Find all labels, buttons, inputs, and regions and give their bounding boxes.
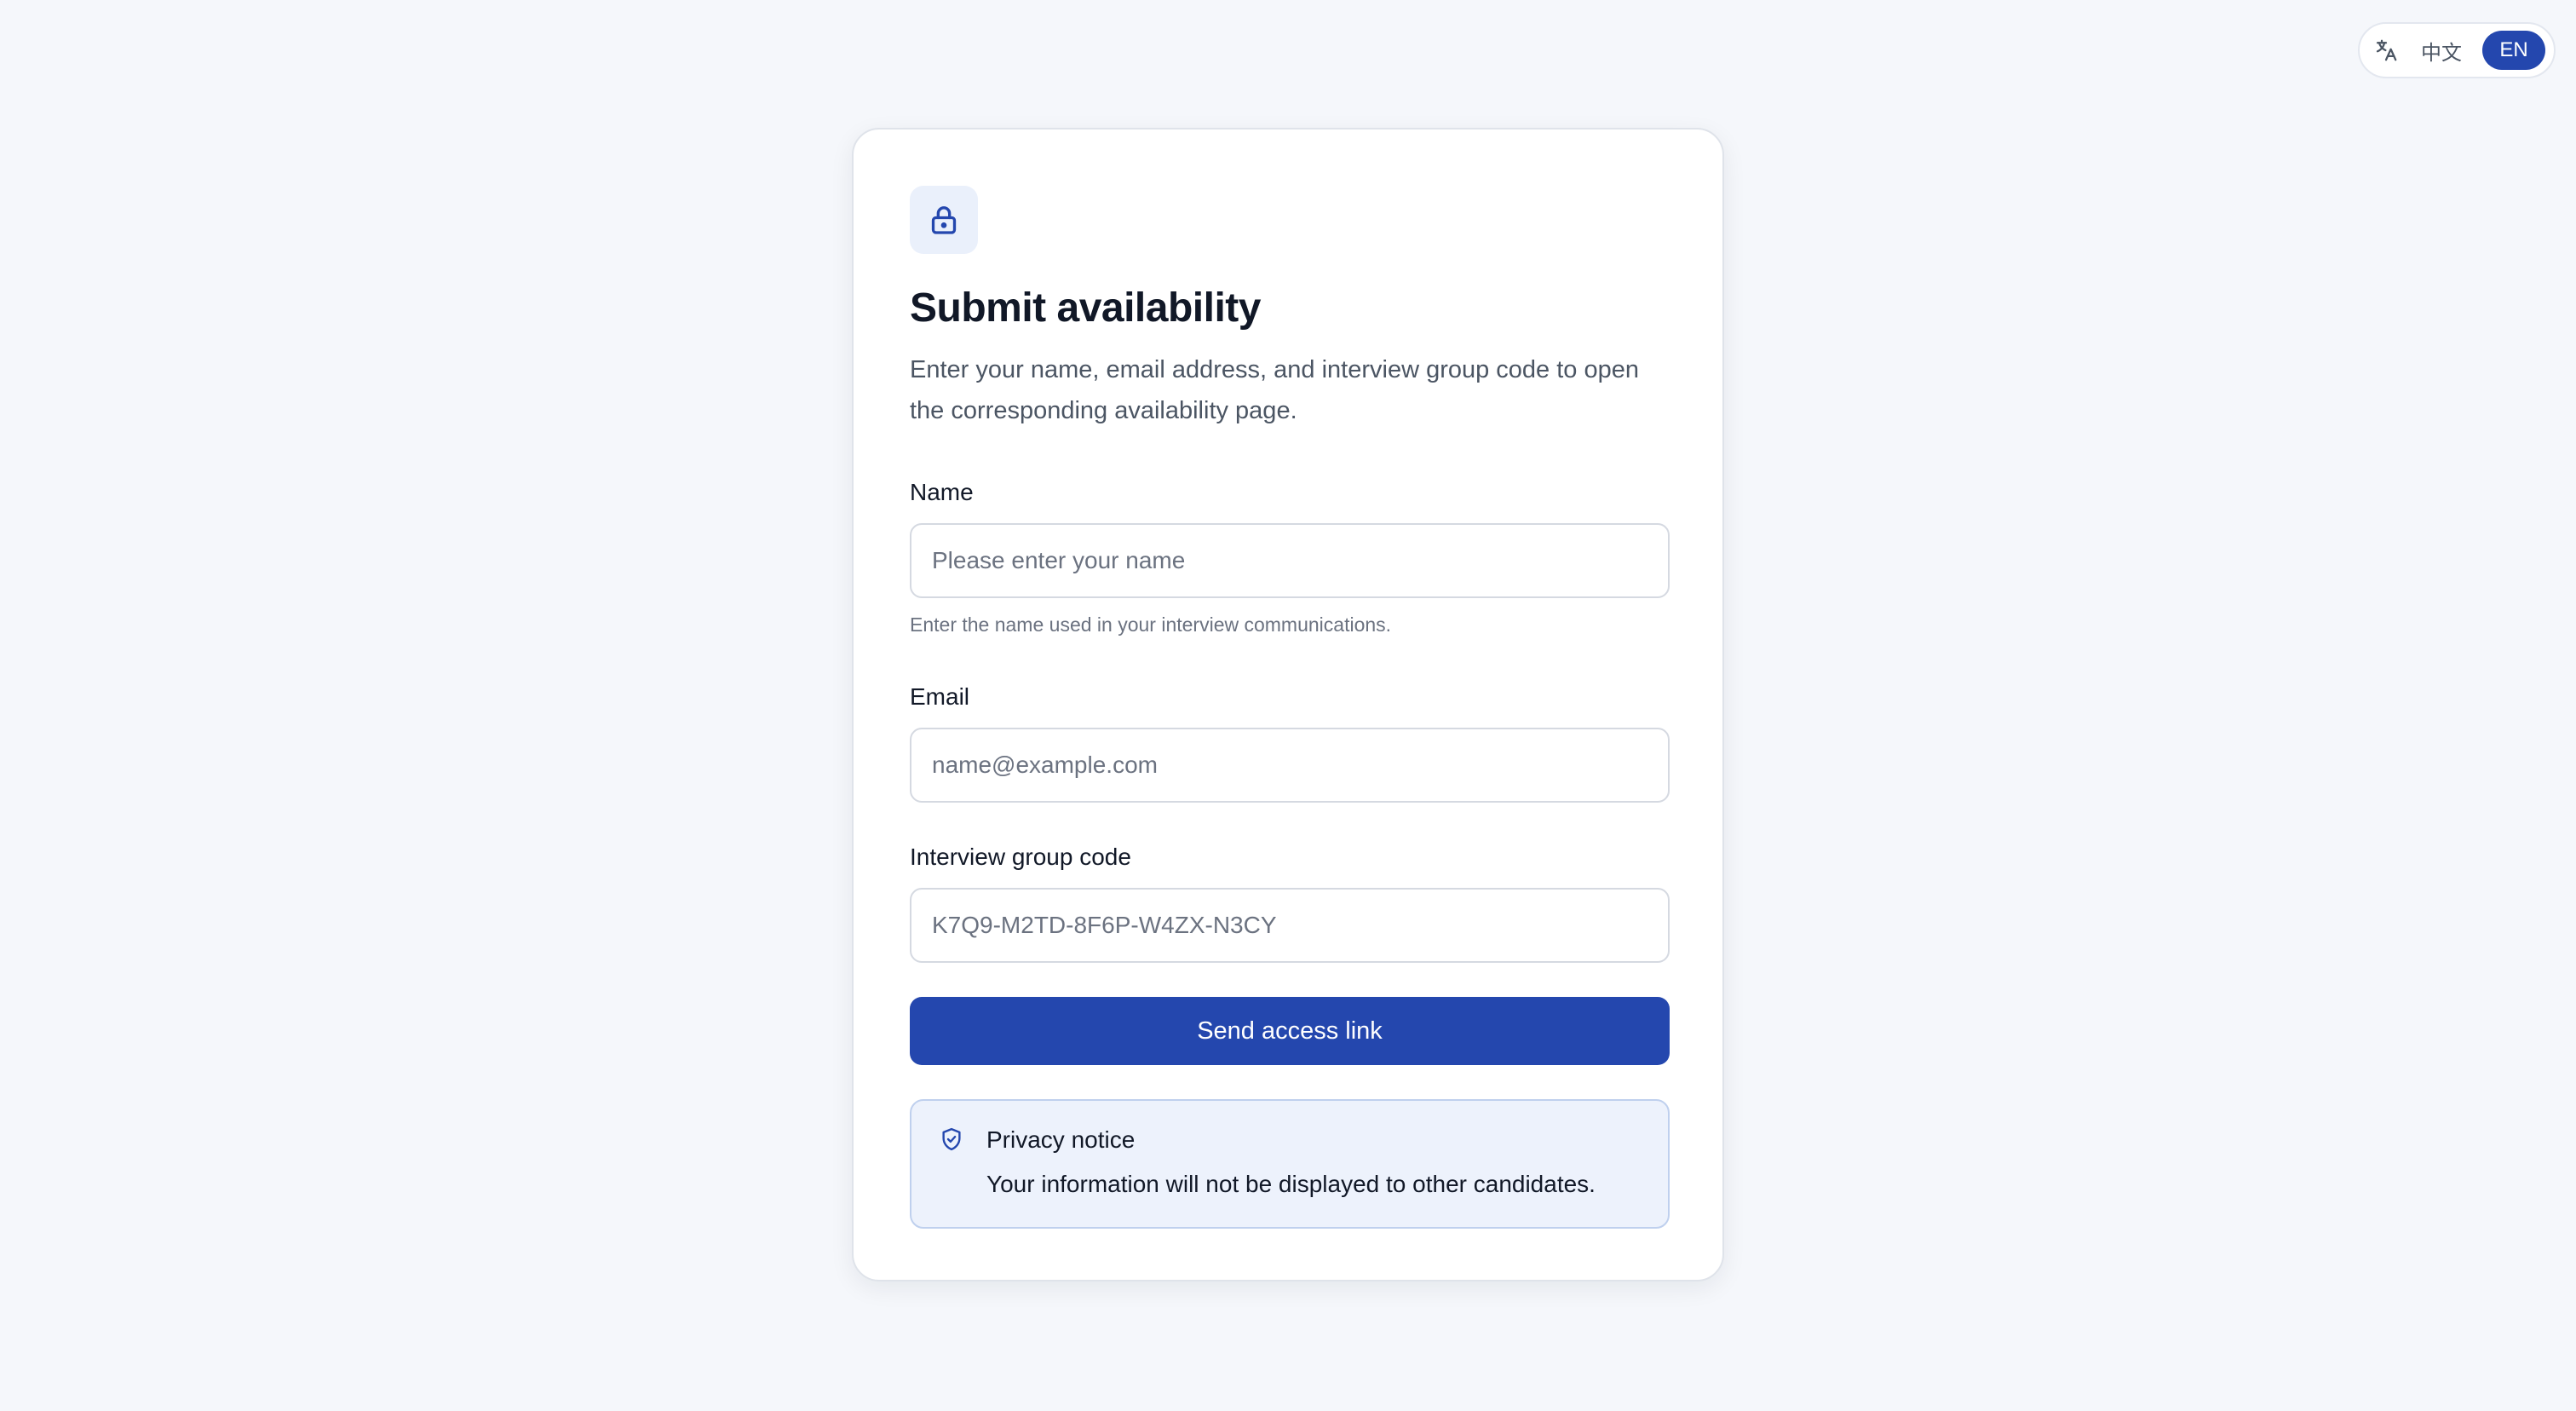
name-hint: Enter the name used in your interview co… — [910, 613, 1392, 636]
page: 中文 EN Submit availability Enter your nam… — [0, 0, 2576, 1411]
availability-card: Submit availability Enter your name, ema… — [852, 128, 1724, 1281]
shield-check-icon — [939, 1126, 964, 1152]
language-switch: 中文 EN — [2358, 22, 2556, 78]
email-input[interactable] — [910, 728, 1670, 803]
page-title: Submit availability — [910, 285, 1261, 331]
privacy-notice: Privacy notice Your information will not… — [910, 1099, 1670, 1229]
group-code-input[interactable] — [910, 888, 1670, 963]
translate-icon — [2372, 36, 2401, 65]
group-code-label: Interview group code — [910, 844, 1131, 870]
name-label: Name — [910, 479, 974, 505]
page-subtitle: Enter your name, email address, and inte… — [910, 356, 1639, 424]
privacy-notice-title: Privacy notice — [986, 1126, 1136, 1153]
name-input[interactable] — [910, 523, 1670, 598]
privacy-notice-body: Your information will not be displayed t… — [986, 1171, 1596, 1197]
lock-icon — [931, 206, 957, 234]
email-label: Email — [910, 683, 970, 710]
lock-badge — [910, 186, 978, 254]
language-option-en[interactable]: EN — [2482, 31, 2545, 70]
language-option-zh[interactable]: 中文 — [2409, 31, 2474, 70]
send-access-link-button[interactable]: Send access link — [910, 997, 1670, 1065]
